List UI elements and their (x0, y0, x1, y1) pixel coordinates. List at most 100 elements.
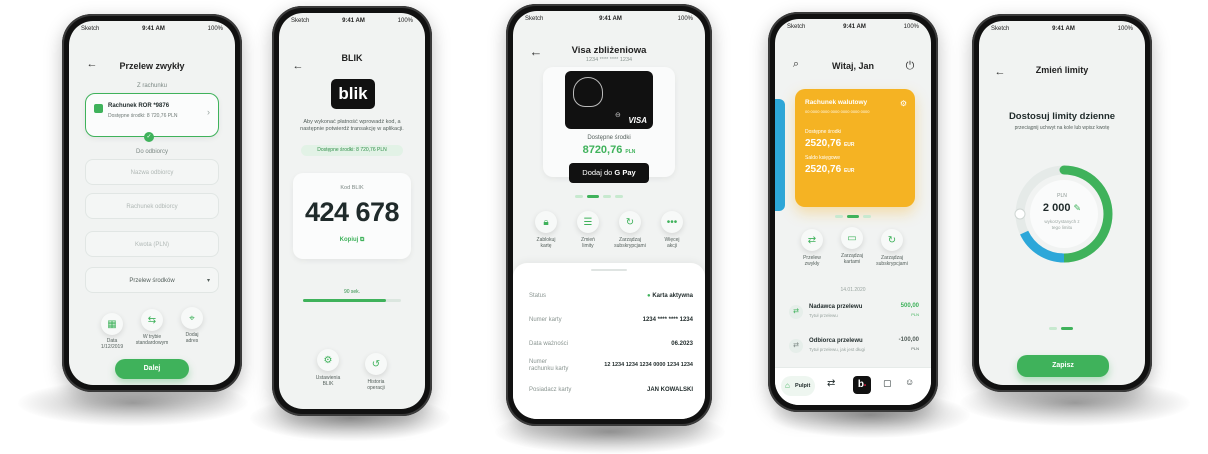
status-value: Karta aktywna (652, 293, 693, 299)
address-option-label: Dodaj adres (173, 332, 211, 344)
subscriptions-line2: subskrypcjami (614, 243, 646, 249)
power-icon[interactable]: ⏻ (903, 59, 917, 73)
phone-limits: Sketch 9:41 AM 100% ← Zmień limity Dosto… (972, 14, 1152, 392)
subscriptions-icon[interactable]: ↻ (881, 229, 903, 251)
booked-value: 2520,76 (805, 164, 842, 175)
dial-amount-value: 2 000 (1042, 202, 1071, 214)
account-card[interactable]: Rachunek walutowy 00 0000 0000 0000 0000… (795, 89, 915, 207)
dropdown-label: Przelew środków (129, 278, 175, 284)
blik-nav-icon[interactable]: b• (853, 376, 871, 394)
account-number: 00 0000 0000 0000 0000 0000 0000 (805, 109, 870, 114)
outgoing-transfer-icon: ⇄ (789, 339, 803, 353)
incoming-transfer-icon: ⇄ (789, 305, 803, 319)
wallet-icon (94, 104, 103, 113)
code-label: Kod BLIK (340, 185, 364, 191)
next-button[interactable]: Dalej (115, 359, 189, 379)
available-amount: 8720,76 PLN (543, 144, 675, 156)
bottom-nav: ⌂ Pulpit ⇄ b• ▢ ☺ (775, 367, 931, 405)
profile-nav-icon[interactable]: ☺ (905, 377, 914, 387)
page-title: BLIK (341, 53, 363, 63)
details-sheet: Status ● Karta aktywna Numer karty 1234 … (513, 263, 705, 419)
dial-currency: PLN (1057, 193, 1067, 199)
expiry-row-value: 06.2023 (671, 341, 693, 347)
card-screen: Sketch 9:41 AM 100% ← Visa zbliżeniowa 1… (513, 11, 705, 419)
tx-subtitle: Tytuł przelewu, jak jest długi (809, 347, 866, 352)
calendar-icon[interactable]: ▦ (101, 313, 123, 335)
more-line2: akcji (666, 243, 677, 249)
recipient-name-input[interactable]: Nazwa odbiorcy (85, 159, 219, 185)
dashboard-screen: Sketch 9:41 AM 100% ⌕ Witaj, Jan ⏻ Rachu… (775, 19, 931, 405)
limits-subheading: przeciągnij uchwyt na kole lub wpisz kwo… (1014, 125, 1110, 131)
location-pin-icon[interactable]: ⌖ (181, 307, 203, 329)
sliders-icon[interactable]: ☰ (577, 211, 599, 233)
page-title: Visa zbliżeniowa (571, 45, 647, 56)
address-option-value: adres (185, 338, 199, 344)
source-account-card[interactable]: Rachunek ROR *9876 Dostępne środki: 8 72… (85, 93, 219, 142)
carousel-dot[interactable] (1049, 327, 1057, 330)
blik-code: 424 678 (304, 197, 400, 227)
carousel-dot[interactable] (835, 215, 843, 218)
transfer-icon[interactable]: ⇄ (801, 229, 823, 251)
carousel-dot[interactable] (603, 195, 611, 198)
phone-transfer: Sketch 9:41 AM 100% ← Przelew zwykły Z r… (62, 14, 242, 392)
carrier-label: Sketch (991, 26, 1010, 32)
mode-icon[interactable]: ⇆ (141, 309, 163, 331)
account-name: Rachunek ROR *9876 (108, 103, 170, 109)
carousel-dot-active[interactable] (847, 215, 859, 218)
carousel-dot[interactable] (615, 195, 623, 198)
card-settings-icon[interactable]: ⚙ (900, 99, 907, 108)
status-row-label: Status (529, 293, 547, 299)
carousel-dot[interactable] (575, 195, 583, 198)
more-dots-icon[interactable]: ••• (661, 211, 683, 233)
refresh-icon[interactable]: ↻ (619, 211, 641, 233)
transaction-row[interactable]: ⇄ Odbiorca przelewu Tytuł przelewu, jak … (783, 331, 923, 361)
amount-input[interactable]: Kwota (PLN) (85, 231, 219, 257)
transfers-nav-icon[interactable]: ⇄ (827, 378, 835, 389)
history-icon[interactable]: ↺ (365, 353, 387, 375)
save-button[interactable]: Zapisz (1017, 355, 1109, 377)
cards-icon[interactable]: ▭ (841, 227, 863, 249)
carrier-label: Sketch (81, 26, 100, 32)
expiry-row-label: Data ważności (529, 341, 569, 347)
settings-label: Ustawienia BLIK (307, 375, 349, 387)
visa-card[interactable]: ⊖ VISA (565, 71, 653, 129)
limits-heading: Dostosuj limity dzienne (1008, 111, 1116, 122)
status-bar: Sketch 9:41 AM 100% (81, 26, 223, 36)
add-to-gpay-button[interactable]: Dodaj do G Pay (569, 163, 649, 183)
carousel-dot-active[interactable] (1061, 327, 1073, 330)
settings-gear-icon[interactable]: ⚙ (317, 349, 339, 371)
card-brand: VISA (628, 116, 647, 125)
carousel-dot[interactable] (863, 215, 871, 218)
dial-inner (1030, 180, 1098, 248)
carousel-dot-active[interactable] (587, 195, 599, 198)
dial-caption: wykorzystanych z tego limitu (979, 219, 1145, 231)
transfer-type-dropdown[interactable]: Przelew środków ▾ (85, 267, 219, 293)
tx-title: Odbiorca przelewu (809, 338, 863, 344)
timer-track (303, 299, 401, 302)
available-currency: PLN (625, 149, 636, 155)
transfer-screen: Sketch 9:41 AM 100% ← Przelew zwykły Z r… (69, 21, 235, 385)
mode-option-label: W trybie standardowym (129, 334, 175, 346)
recipient-account-input[interactable]: Rachunek odbiorcy (85, 193, 219, 219)
tx-currency: PLN (911, 312, 919, 317)
date-option-label: Data 1/12/2019 (93, 338, 131, 350)
nav-home-label: Pulpit (795, 383, 811, 389)
tx-currency: PLN (911, 346, 919, 351)
limit-dial[interactable] (1009, 159, 1119, 269)
sheet-handle[interactable] (591, 269, 627, 271)
more-label: Więcej akcji (651, 237, 693, 249)
available-label: Dostępne środki (587, 135, 631, 141)
battery-label: 100% (677, 16, 693, 22)
booked-label: Saldo księgowe (805, 155, 841, 161)
chevron-down-icon: ▾ (206, 278, 210, 284)
copy-code-link[interactable]: Kopiuj ⧉ (293, 237, 411, 244)
battery-label: 100% (903, 24, 919, 30)
transaction-row[interactable]: ⇄ Nadawca przelewu Tytuł przelewu 500,00… (783, 297, 923, 327)
edit-pencil-icon[interactable]: ✎ (1074, 203, 1082, 213)
copy-icon: ⧉ (360, 237, 365, 243)
nav-home[interactable]: ⌂ Pulpit (781, 376, 815, 396)
wallet-nav-icon[interactable]: ▢ (883, 378, 892, 389)
dial-amount[interactable]: 2 000 ✎ (979, 202, 1145, 214)
blik-balance-badge: Dostępne środki: 8 720,76 PLN (301, 145, 403, 156)
lock-icon[interactable]: 🔒︎ (535, 211, 557, 233)
